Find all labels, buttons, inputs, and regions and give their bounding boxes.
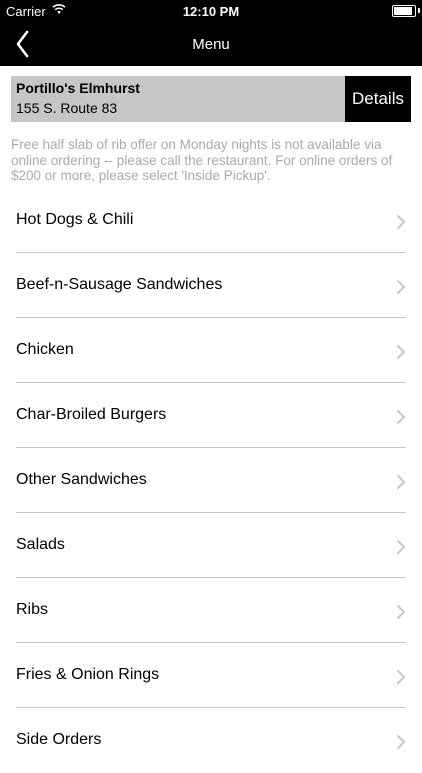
- menu-category-label: Fries & Onion Rings: [16, 666, 160, 683]
- menu-category-item[interactable]: Chicken: [0, 318, 422, 383]
- menu-category-item[interactable]: Fries & Onion Rings: [0, 643, 422, 708]
- menu-category-label: Beef-n-Sausage Sandwiches: [16, 276, 223, 293]
- menu-category-item[interactable]: Other Sandwiches: [0, 448, 422, 513]
- menu-category-label: Side Orders: [16, 731, 102, 748]
- menu-category-list: Hot Dogs & Chili Beef-n-Sausage Sandwiche…: [0, 188, 422, 773]
- chevron-right-icon: [397, 345, 405, 359]
- menu-category-item[interactable]: Hot Dogs & Chili: [0, 188, 422, 253]
- details-button[interactable]: Details: [345, 76, 411, 122]
- restaurant-info: Portillo's Elmhurst 155 S. Route 83: [11, 76, 345, 122]
- menu-category-item[interactable]: Char-Broiled Burgers: [0, 383, 422, 448]
- menu-category-label: Chicken: [16, 341, 74, 358]
- status-bar: Carrier 12:10 PM: [0, 0, 422, 22]
- ordering-notice: Free half slab of rib offer on Monday ni…: [11, 137, 393, 183]
- chevron-right-icon: [397, 605, 405, 619]
- status-time: 12:10 PM: [182, 4, 240, 19]
- menu-category-item[interactable]: Side Orders: [0, 708, 422, 773]
- menu-category-label: Hot Dogs & Chili: [16, 211, 134, 228]
- top-bar: Carrier 12:10 PM Menu: [0, 0, 422, 66]
- battery-icon: [392, 5, 416, 17]
- chevron-right-icon: [397, 410, 405, 424]
- navigation-bar: Menu: [0, 22, 422, 66]
- battery-fill: [394, 7, 412, 15]
- menu-category-label: Salads: [16, 536, 65, 553]
- menu-category-label: Char-Broiled Burgers: [16, 406, 167, 423]
- page-title: Menu: [192, 36, 230, 53]
- restaurant-name: Portillo's Elmhurst: [16, 80, 140, 96]
- menu-category-label: Ribs: [16, 601, 49, 618]
- restaurant-card: Portillo's Elmhurst 155 S. Route 83 Deta…: [11, 76, 411, 122]
- menu-category-item[interactable]: Beef-n-Sausage Sandwiches: [0, 253, 422, 318]
- chevron-right-icon: [397, 670, 405, 684]
- chevron-right-icon: [397, 215, 405, 229]
- chevron-right-icon: [397, 735, 405, 749]
- chevron-right-icon: [397, 540, 405, 554]
- menu-category-item[interactable]: Ribs: [0, 578, 422, 643]
- chevron-right-icon: [397, 475, 405, 489]
- menu-category-label: Other Sandwiches: [16, 471, 147, 488]
- chevron-right-icon: [397, 280, 405, 294]
- battery-tip: [418, 8, 420, 13]
- menu-category-item[interactable]: Salads: [0, 513, 422, 578]
- restaurant-address: 155 S. Route 83: [16, 100, 118, 116]
